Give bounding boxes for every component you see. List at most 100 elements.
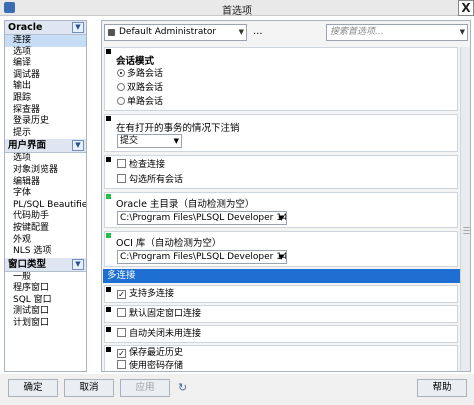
radio-label: 双路会话 [127,83,164,93]
tree-group-user-interface[interactable]: 用户界面 ▼ [5,139,86,154]
tree-group-oracle[interactable]: Oracle ▼ [5,21,86,35]
tree-item-hints[interactable]: 提示 [5,128,86,140]
category-tree[interactable]: Oracle ▼ 连接 选项 编译 调试器 输出 跟踪 探查器 登录历史 提示 … [4,20,87,372]
user-options-button[interactable]: ... [253,26,263,37]
settings-scrollbar[interactable]: — — — [460,47,470,371]
chevron-down-icon: ▼ [278,253,284,261]
tree-item-output[interactable]: 输出 [5,81,86,93]
section-marker [106,287,111,292]
tree-item-key-config[interactable]: 按键配置 [5,223,86,235]
settings-content: 会话模式 多路会话 双路会话 单路会话 在有打开的事务的情况下注销 提交 ▼ 检… [102,47,460,371]
tree-item-program-window[interactable]: 程序窗口 [5,283,86,295]
tree-item-object-browser[interactable]: 对象浏览器 [5,165,86,177]
collapse-toggle-icon[interactable]: ▼ [72,140,84,152]
section-marker [106,307,111,312]
radio-single-session[interactable]: 单路会话 [117,96,163,108]
radio-label: 单路会话 [127,97,164,107]
chevron-down-icon: ▼ [238,28,244,36]
section-marker [106,327,111,332]
checkbox-icon [117,328,126,337]
user-icon [108,29,115,36]
tree-item-beautifier[interactable]: PL/SQL Beautifier [5,200,86,212]
tree-item-editor[interactable]: 编辑器 [5,177,86,189]
checkbox-checked-icon: ✓ [117,349,126,358]
search-input[interactable]: 搜索首选项... ▼ [326,24,468,41]
cancel-button[interactable]: 取消 [64,379,114,397]
help-button[interactable]: 帮助 [417,379,467,397]
checkbox-icon [117,159,126,168]
oracle-home-title: Oracle 主目录（自动检测为空） [116,199,255,210]
check-connection-checkbox[interactable]: 检查连接 [117,159,165,171]
checkbox-label: 检查连接 [129,160,166,170]
tree-item-font[interactable]: 字体 [5,188,86,200]
radio-dual-session[interactable]: 双路会话 [117,82,163,94]
ok-button[interactable]: 确定 [8,379,58,397]
dialog-footer: 确定 取消 应用 ↻ 帮助 [0,374,474,405]
user-select[interactable]: Default Administrator ▼ [104,24,247,41]
tree-item-logon-history[interactable]: 登录历史 [5,116,86,128]
apply-button[interactable]: 应用 [120,379,170,397]
section-marker [106,194,111,199]
tree-item-appearance[interactable]: 外观 [5,235,86,247]
checkbox-label: 保存最近历史 [129,348,184,358]
close-button[interactable]: X [458,0,474,16]
tree-item-test-window[interactable]: 测试窗口 [5,306,86,318]
tree-group-label: 用户界面 [8,140,47,152]
oracle-home-select[interactable]: C:\Program Files\PLSQL Developer 14\inst… [117,211,287,225]
auto-close-section: 自动关闭未用连接 [104,325,458,343]
radio-label: 多路会话 [127,69,164,79]
search-placeholder: 搜索首选项... [330,27,384,37]
oci-library-section: OCI 库（自动检测为空） C:\Program Files\PLSQL Dev… [104,231,458,267]
checkbox-label: 使用密码存储 [129,361,184,371]
tree-item-plan-window[interactable]: 计划窗口 [5,318,86,330]
tree-item-code-assistant[interactable]: 代码助手 [5,211,86,223]
auto-close-connection-checkbox[interactable]: 自动关闭未用连接 [117,328,201,340]
checkbox-icon [117,308,126,317]
checkbox-label: 勾选所有会话 [129,175,184,185]
tree-item-sql-window[interactable]: SQL 窗口 [5,295,86,307]
radio-button-icon [117,97,125,105]
save-history-checkbox[interactable]: ✓ 保存最近历史 [117,347,183,359]
tree-item-compile[interactable]: 编译 [5,58,86,70]
oci-library-title: OCI 库（自动检测为空） [116,238,222,249]
tree-item-options[interactable]: 选项 [5,47,86,59]
multi-connection-header: 多连接 [103,269,460,283]
use-password-store-checkbox[interactable]: 使用密码存储 [117,360,184,371]
tree-group-label: Oracle [8,22,43,33]
chevron-down-icon: ▼ [278,214,284,222]
checkbox-icon [117,360,126,369]
support-multi-section: ✓ 支持多连接 [104,285,458,303]
support-multi-connection-checkbox[interactable]: ✓ 支持多连接 [117,288,174,300]
collapse-toggle-icon[interactable]: ▼ [72,22,84,33]
scroll-grip-icon: — — — [463,223,470,237]
check-all-sessions-checkbox[interactable]: 勾选所有会话 [117,174,183,186]
collapse-toggle-icon[interactable]: ▼ [72,258,84,270]
section-marker [106,233,111,238]
tree-item-general[interactable]: 一般 [5,272,86,284]
tree-item-nls-options[interactable]: NLS 选项 [5,246,86,258]
checkbox-label: 默认固定窗口连接 [129,309,202,319]
section-marker [106,49,111,54]
tree-item-trace[interactable]: 跟踪 [5,93,86,105]
checkbox-label: 自动关闭未用连接 [129,329,202,339]
logoff-title: 在有打开的事务的情况下注销 [116,123,240,134]
refresh-icon[interactable]: ↻ [178,381,187,394]
checkbox-label: 支持多连接 [129,289,175,299]
panel-toolbar: Default Administrator ▼ ... 搜索首选项... ▼ [102,21,470,45]
tree-item-ui-options[interactable]: 选项 [5,153,86,165]
tree-item-connection[interactable]: 连接 [5,35,86,47]
section-marker [106,116,111,121]
chevron-down-icon: ▼ [173,137,179,145]
tree-item-debugger[interactable]: 调试器 [5,70,86,82]
default-fixed-section: 默认固定窗口连接 [104,305,458,323]
logoff-action-value: 提交 [120,136,139,146]
tree-group-window-types[interactable]: 窗口类型 ▼ [5,257,86,272]
tree-item-profiler[interactable]: 探查器 [5,105,86,117]
radio-button-icon [117,69,125,77]
radio-multi-session[interactable]: 多路会话 [117,68,163,80]
section-marker [106,157,111,162]
tree-group-label: 窗口类型 [8,258,47,270]
oci-library-select[interactable]: C:\Program Files\PLSQL Developer 14\inst… [117,250,287,264]
logoff-action-select[interactable]: 提交 ▼ [117,134,182,148]
default-fixed-connection-checkbox[interactable]: 默认固定窗口连接 [117,308,201,320]
